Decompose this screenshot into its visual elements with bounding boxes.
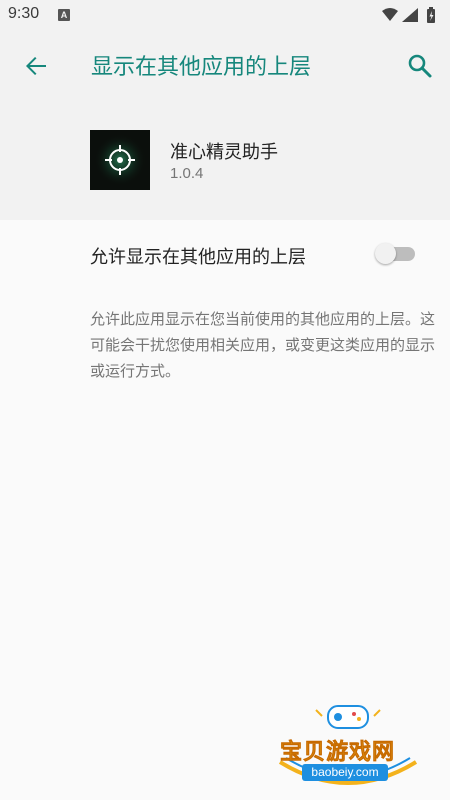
search-icon [408,54,432,78]
back-button[interactable] [18,48,54,84]
app-header: 准心精灵助手 1.0.4 [0,102,450,220]
permission-description: 允许此应用显示在您当前使用的其他应用的上层。这可能会干扰您使用相关应用，或变更这… [90,310,436,380]
app-bar: 显示在其他应用的上层 [0,30,450,102]
app-version: 1.0.4 [170,165,204,182]
toggle-thumb [375,243,396,264]
page-title: 显示在其他应用的上层 [91,55,312,80]
permission-toggle[interactable] [375,243,417,265]
app-icon [90,130,150,190]
app-name: 准心精灵助手 [170,142,278,163]
status-bar: 9:30 A [0,0,450,30]
watermark-logo: 宝贝游戏网 baobeiy.com [268,700,428,796]
crosshair-icon [90,130,150,190]
status-icons [382,7,435,23]
battery-icon [427,7,435,23]
wifi-icon [382,8,398,21]
notification-icon: A [58,9,70,21]
permission-toggle-row[interactable]: 允许显示在其他应用的上层 [0,220,450,290]
search-button[interactable] [402,48,438,84]
arrow-left-icon [26,57,46,75]
signal-icon [402,8,418,22]
watermark-url: baobeiy.com [302,764,388,781]
screen: 9:30 A 显示在其他应用的上层 准心精灵助手 1.0.4 允许显示在其他应用… [0,0,450,800]
status-time: 9:30 [8,5,40,22]
permission-label: 允许显示在其他应用的上层 [90,247,306,268]
watermark-text: 宝贝游戏网 [280,740,396,766]
